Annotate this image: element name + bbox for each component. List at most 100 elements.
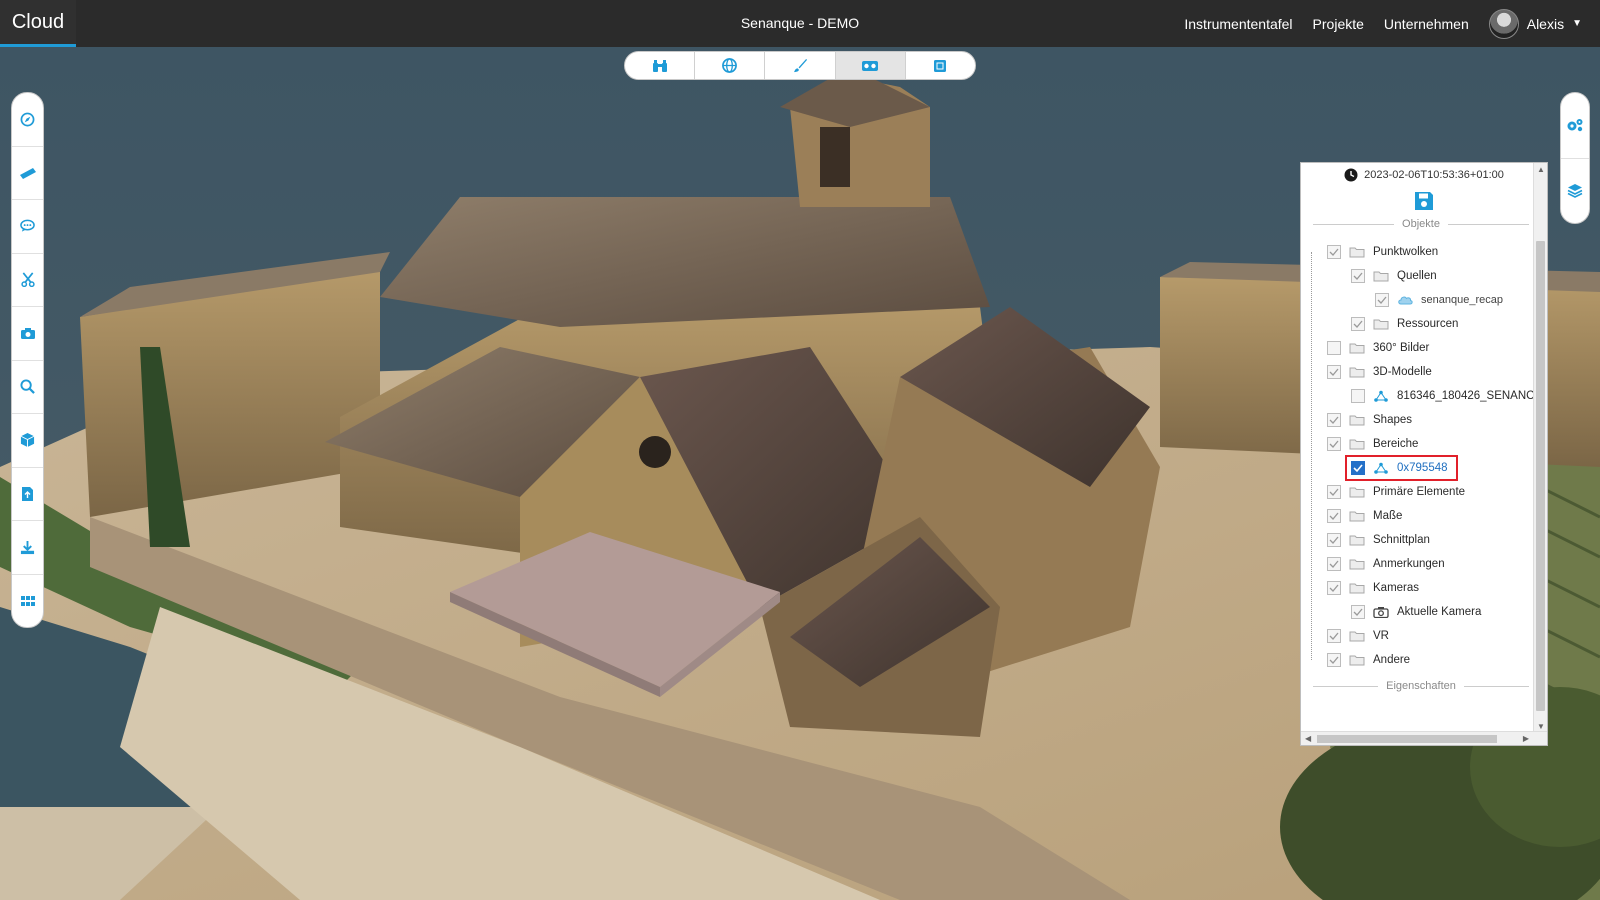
tree-item-ressourcen[interactable]: Ressourcen [1301,312,1547,336]
tool-download[interactable] [12,521,43,575]
folder-icon [1349,559,1365,570]
checkbox[interactable] [1327,653,1341,667]
panel-horizontal-scrollbar[interactable]: ◀ ▶ [1301,731,1547,745]
checkbox[interactable] [1351,317,1365,331]
panel-vertical-scrollbar[interactable]: ▲ ▼ [1533,163,1547,733]
tool-annotation[interactable] [12,200,43,254]
nav-companies[interactable]: Unternehmen [1384,16,1469,32]
scroll-left-icon[interactable]: ◀ [1305,734,1311,743]
tree-item-kameras[interactable]: Kameras [1301,576,1547,600]
tool-measure[interactable] [12,147,43,200]
scroll-thumb[interactable] [1536,241,1545,711]
user-name: Alexis [1526,15,1565,32]
settings-button[interactable] [1561,93,1589,159]
tree-item-masse[interactable]: Maße [1301,504,1547,528]
user-menu[interactable]: Alexis ▼ [1488,8,1582,39]
tree-item-bereiche[interactable]: Bereiche [1301,432,1547,456]
scissors-icon [20,272,35,288]
checkbox-checked[interactable] [1351,461,1365,475]
tree-item-primaere-elemente[interactable]: Primäre Elemente [1301,480,1547,504]
tool-apps[interactable] [12,575,43,628]
folder-icon [1349,487,1365,498]
scroll-right-icon[interactable]: ▶ [1523,734,1529,743]
tree-item-senanque-recap[interactable]: senanque_recap [1301,288,1547,312]
tool-box[interactable] [12,414,43,468]
checkbox[interactable] [1327,341,1341,355]
checkbox[interactable] [1327,245,1341,259]
folder-icon [1349,583,1365,594]
save-icon [1415,192,1433,210]
nav-dashboard[interactable]: Instrumententafel [1184,16,1292,32]
tool-import[interactable] [12,468,43,521]
checkbox[interactable] [1327,629,1341,643]
download-icon [20,540,35,554]
checkbox[interactable] [1327,437,1341,451]
checkbox[interactable] [1327,533,1341,547]
view-tool-binoculars[interactable] [625,52,696,79]
folder-icon [1349,655,1365,666]
tool-clipping[interactable] [12,254,43,307]
checkbox[interactable] [1327,485,1341,499]
chevron-down-icon: ▼ [1572,18,1582,29]
layers-icon [1567,184,1583,199]
search-icon [20,379,35,395]
tree-item-360-bilder[interactable]: 360° Bilder [1301,336,1547,360]
tree-item-anmerkungen[interactable]: Anmerkungen [1301,552,1547,576]
tree-item-area-0x795548[interactable]: 0x795548 [1301,455,1547,481]
object-tree: Punktwolken Quellen senanque_recap Resso… [1301,240,1547,672]
checkbox[interactable] [1327,413,1341,427]
checkbox[interactable] [1351,269,1365,283]
properties-section-title: Eigenschaften [1313,680,1529,692]
view-tool-cube[interactable] [906,52,975,79]
compass-icon [20,112,35,127]
vr-headset-icon [862,60,879,71]
top-navigation: Instrumententafel Projekte Unternehmen A… [1184,0,1582,47]
tool-navigation[interactable] [12,93,43,147]
view-tool-brush[interactable] [765,52,836,79]
folder-icon [1349,631,1365,642]
brand-logo[interactable]: Cloud [0,0,76,47]
scroll-down-icon[interactable]: ▼ [1537,722,1545,731]
checkbox[interactable] [1351,389,1365,403]
tree-item-schnittplan[interactable]: Schnittplan [1301,528,1547,552]
folder-icon [1349,343,1365,354]
scroll-thumb-horizontal[interactable] [1317,735,1497,743]
globe-icon [722,58,738,73]
model-icon [1374,390,1388,402]
tree-item-shapes[interactable]: Shapes [1301,408,1547,432]
view-tool-globe[interactable] [695,52,766,79]
tree-item-andere[interactable]: Andere [1301,648,1547,672]
checkbox[interactable] [1327,509,1341,523]
grid-icon [20,595,35,606]
tree-item-quellen[interactable]: Quellen [1301,264,1547,288]
camera-icon [20,327,35,339]
folder-icon [1349,511,1365,522]
model-icon [1374,462,1388,474]
camera-icon [1373,607,1389,618]
checkbox[interactable] [1375,293,1389,307]
view-tool-vr[interactable] [835,52,906,79]
folder-icon [1373,271,1389,282]
tree-item-punktwolken[interactable]: Punktwolken [1301,240,1547,264]
tree-item-aktuelle-kamera[interactable]: Aktuelle Kamera [1301,600,1547,624]
checkbox[interactable] [1327,581,1341,595]
tree-item-vr[interactable]: VR [1301,624,1547,648]
folder-icon [1349,247,1365,258]
layers-button[interactable] [1561,159,1589,224]
checkbox[interactable] [1351,605,1365,619]
tree-item-3d-model-file[interactable]: 816346_180426_SENANC [1301,384,1547,408]
tool-camera[interactable] [12,307,43,361]
checkbox[interactable] [1327,557,1341,571]
tool-search[interactable] [12,361,43,414]
file-upload-icon [22,486,33,501]
comment-icon [20,219,35,232]
box-icon [20,433,35,448]
folder-icon [1349,535,1365,546]
nav-projects[interactable]: Projekte [1313,16,1364,32]
checkbox[interactable] [1327,365,1341,379]
folder-icon [1349,439,1365,450]
folder-icon [1349,367,1365,378]
save-button[interactable] [1301,191,1547,211]
tree-item-3d-modelle[interactable]: 3D-Modelle [1301,360,1547,384]
scroll-up-icon[interactable]: ▲ [1537,165,1545,174]
